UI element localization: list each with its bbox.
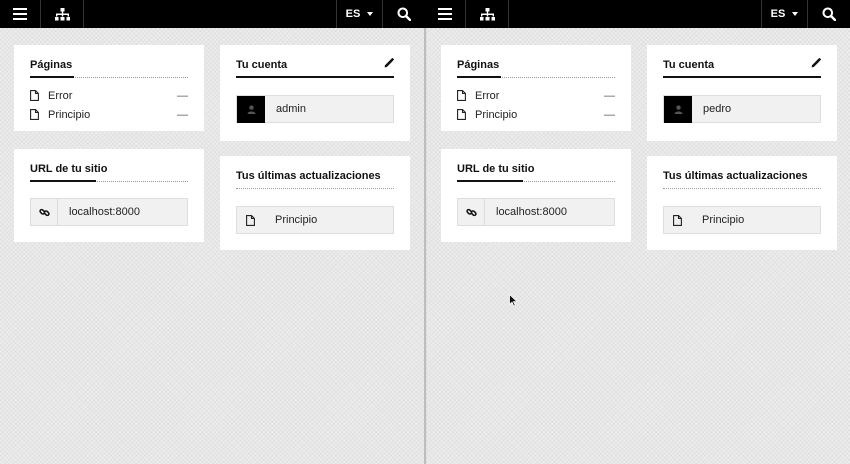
updates-title-text: Tus últimas actualizaciones [236,170,381,182]
user-icon [247,104,255,114]
link-icon-box [458,199,485,225]
updates-card: Tus últimas actualizaciones Principio [220,156,410,250]
pages-title: Páginas [30,59,188,78]
title-underline [457,76,501,78]
menu-button[interactable] [0,0,41,28]
pane-right: ES Páginas Error — Principio — URL de tu… [425,0,850,464]
page-item-label: Error [475,89,500,102]
link-icon [465,208,477,216]
title-underline [457,180,523,182]
pages-title-text: Páginas [30,59,73,71]
avatar [237,95,265,123]
edit-pencil-icon[interactable] [811,58,821,68]
link-icon-box [31,199,58,225]
chevron-down-icon [367,12,374,16]
updates-title: Tus últimas actualizaciones [236,170,394,189]
account-username: pedro [703,103,732,115]
updates-card: Tus últimas actualizaciones Principio [647,156,837,250]
title-underline [30,180,96,182]
document-icon [457,90,466,101]
site-url-text: localhost:8000 [496,206,567,218]
updates-title-text: Tus últimas actualizaciones [663,170,808,182]
page-item[interactable]: Principio — [30,105,188,124]
page-item[interactable]: Error — [30,86,188,105]
link-icon [38,208,50,216]
site-url-title: URL de tu sitio [457,163,615,182]
site-url-field[interactable]: localhost:8000 [30,198,188,226]
document-icon [30,109,39,120]
search-button[interactable] [808,0,850,28]
title-underline [30,76,74,78]
account-user-field[interactable]: admin [236,95,394,123]
account-card: Tu cuenta admin [220,45,410,141]
search-icon [397,7,411,21]
site-url-card: URL de tu sitio localhost:8000 [14,149,204,242]
update-item[interactable]: Principio [663,206,821,234]
site-url-title-text: URL de tu sitio [30,163,108,175]
account-username: admin [276,103,306,115]
account-title: Tu cuenta [663,58,821,78]
mouse-cursor-icon [509,294,518,307]
pane-left: ES Páginas Error — Principio — URL de tu… [0,0,425,464]
document-icon [246,214,255,226]
sitemap-icon [479,7,495,20]
pages-card: Páginas Error — Principio — [441,45,631,131]
pages-card: Páginas Error — Principio — [14,45,204,131]
user-icon [674,104,682,114]
update-item-label: Principio [275,214,318,226]
account-card: Tu cuenta pedro [647,45,837,141]
page-item[interactable]: Error — [457,86,615,105]
menu-button[interactable] [425,0,466,28]
title-underline [663,76,821,78]
top-bar: ES [0,0,425,28]
pages-title: Páginas [457,59,615,78]
sitemap-button[interactable] [466,0,509,28]
site-url-field[interactable]: localhost:8000 [457,198,615,226]
search-icon [822,7,836,21]
avatar [664,95,692,123]
updates-title: Tus últimas actualizaciones [663,170,821,189]
search-button[interactable] [383,0,425,28]
account-title: Tu cuenta [236,58,394,78]
page-item[interactable]: Principio — [457,105,615,124]
page-item-value: — [604,108,615,121]
document-icon [673,214,682,226]
account-title-text: Tu cuenta [663,59,715,71]
page-item-value: — [604,89,615,102]
site-url-text: localhost:8000 [69,206,140,218]
document-icon-box [237,207,264,233]
site-url-card: URL de tu sitio localhost:8000 [441,149,631,242]
language-label: ES [345,8,361,20]
language-select[interactable]: ES [336,0,383,28]
menu-icon [13,8,27,20]
page-item-value: — [177,108,188,121]
pages-title-text: Páginas [457,59,500,71]
page-item-label: Error [48,89,73,102]
update-item-label: Principio [702,214,745,226]
sitemap-icon [54,7,70,20]
site-url-title: URL de tu sitio [30,163,188,182]
top-bar: ES [425,0,850,28]
page-item-label: Principio [475,108,518,121]
language-label: ES [770,8,786,20]
document-icon [30,90,39,101]
site-url-title-text: URL de tu sitio [457,163,535,175]
page-item-label: Principio [48,108,91,121]
edit-pencil-icon[interactable] [384,58,394,68]
chevron-down-icon [792,12,799,16]
page-item-value: — [177,89,188,102]
language-select[interactable]: ES [761,0,808,28]
menu-icon [438,8,452,20]
sitemap-button[interactable] [41,0,84,28]
document-icon-box [664,207,691,233]
title-underline [236,76,394,78]
account-title-text: Tu cuenta [236,59,288,71]
update-item[interactable]: Principio [236,206,394,234]
document-icon [457,109,466,120]
account-user-field[interactable]: pedro [663,95,821,123]
